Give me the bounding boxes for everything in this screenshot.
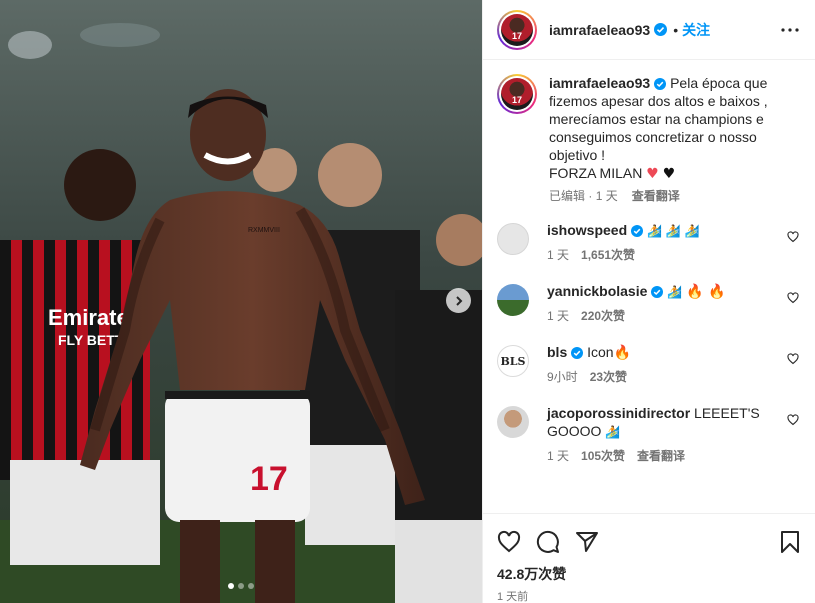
author-username[interactable]: iamrafaeleao93 [549,22,650,38]
comment-likes[interactable]: 220次赞 [581,309,625,323]
avatar-number: 17 [511,30,522,41]
share-icon[interactable] [575,530,599,554]
carousel-dot [238,583,244,589]
separator-dot: • [673,21,679,38]
commenter-avatar[interactable] [497,406,529,438]
post-header: 17 iamrafaeleao93 • 关注 [483,0,815,60]
like-comment-heart-icon[interactable] [787,292,799,304]
comment-item: yannickbolasie 🏄 🔥 🔥 1 天 220次赞 [497,282,799,325]
caption: 17 iamrafaeleao93 Pela época que fizemos… [497,74,799,205]
like-comment-heart-icon[interactable] [787,231,799,243]
post-timestamp: 1 天前 [497,591,529,603]
comment-username[interactable]: jacoporossinidirector [547,405,690,421]
avatar[interactable]: 17 [497,9,537,50]
surfer-emoji-icon: 🏄 [667,285,683,299]
like-comment-heart-icon[interactable] [787,414,799,426]
post-photo: Emirates FLY BETTER RXMMVIII 17 [0,0,482,603]
comment-username[interactable]: yannickbolasie [547,283,647,299]
follow-button[interactable]: 关注 [682,20,710,40]
comment-time: 1 天 [547,309,570,323]
comment-username[interactable]: ishowspeed [547,222,627,238]
carousel-indicator [0,583,482,589]
black-heart-icon: ♥ [662,166,676,182]
carousel-dot [228,583,234,589]
comment-item: ishowspeed 🏄 🏄 🏄 1 天 1,651次赞 [497,221,799,264]
caption-text-block: iamrafaeleao93 Pela época que fizemos ap… [549,74,799,164]
chest-tattoo: RXMMVIII [248,227,280,234]
caption-line2: FORZA MILAN [549,165,643,181]
instagram-post: Emirates FLY BETTER RXMMVIII 17 17 iamra… [0,0,815,603]
verified-icon [651,286,664,299]
verified-icon [654,78,667,91]
caption-username[interactable]: iamrafaeleao93 [549,75,650,91]
like-comment-heart-icon[interactable] [787,353,799,365]
fire-emoji-icon: 🔥 🔥 [686,284,726,300]
verified-icon [654,23,668,36]
commenter-avatar[interactable]: BLS [497,345,529,377]
surfer-emoji-icon: 🏄 🏄 🏄 [647,224,700,238]
likes-count[interactable]: 42.8万次赞 [497,564,801,584]
comment-item: BLS bls Icon🔥 9小时 23次赞 [497,343,799,386]
avatar-number: 17 [511,95,522,105]
red-heart-icon: ♥ [646,166,659,182]
comment-time: 9小时 [547,370,578,384]
comment-time: 1 天 [547,449,570,463]
caption-avatar[interactable]: 17 [497,74,537,114]
verified-icon [571,347,584,360]
edited-label: 已编辑 [549,189,586,203]
comment-text: Icon [587,344,614,360]
fire-emoji-icon: 🔥 [613,345,632,361]
shorts-number: 17 [250,460,288,498]
commenter-avatar[interactable] [497,223,529,255]
post-media: Emirates FLY BETTER RXMMVIII 17 [0,0,482,603]
caption-time: 1 天 [595,189,618,203]
post-actions: 42.8万次赞 1 天前 [483,513,815,603]
comment-item: jacoporossinidirector LEEEET'S GOOOO 🏄 1… [497,404,799,465]
comment-icon[interactable] [536,530,560,554]
meta-dot: · [588,189,593,203]
surfer-emoji-icon: 🏄 [605,425,621,439]
comment-likes[interactable]: 23次赞 [590,370,627,384]
comment-time: 1 天 [547,248,570,262]
commenter-avatar[interactable] [497,284,529,316]
save-icon[interactable] [779,530,801,554]
see-translation-link[interactable]: 查看翻译 [632,189,680,203]
comment-username[interactable]: bls [547,344,567,360]
comment-likes[interactable]: 1,651次赞 [581,248,635,262]
comment-likes[interactable]: 105次赞 [581,449,625,463]
next-image-button[interactable] [446,288,471,313]
verified-icon [631,225,644,238]
more-icon[interactable] [781,27,799,32]
post-sidebar: 17 iamrafaeleao93 • 关注 17 iamrafaeleao93… [482,0,815,603]
see-translation-link[interactable]: 查看翻译 [637,449,685,463]
heart-icon[interactable] [497,530,521,554]
comments-list: 17 iamrafaeleao93 Pela época que fizemos… [483,60,815,513]
carousel-dot [248,583,254,589]
chevron-right-icon [455,295,462,306]
